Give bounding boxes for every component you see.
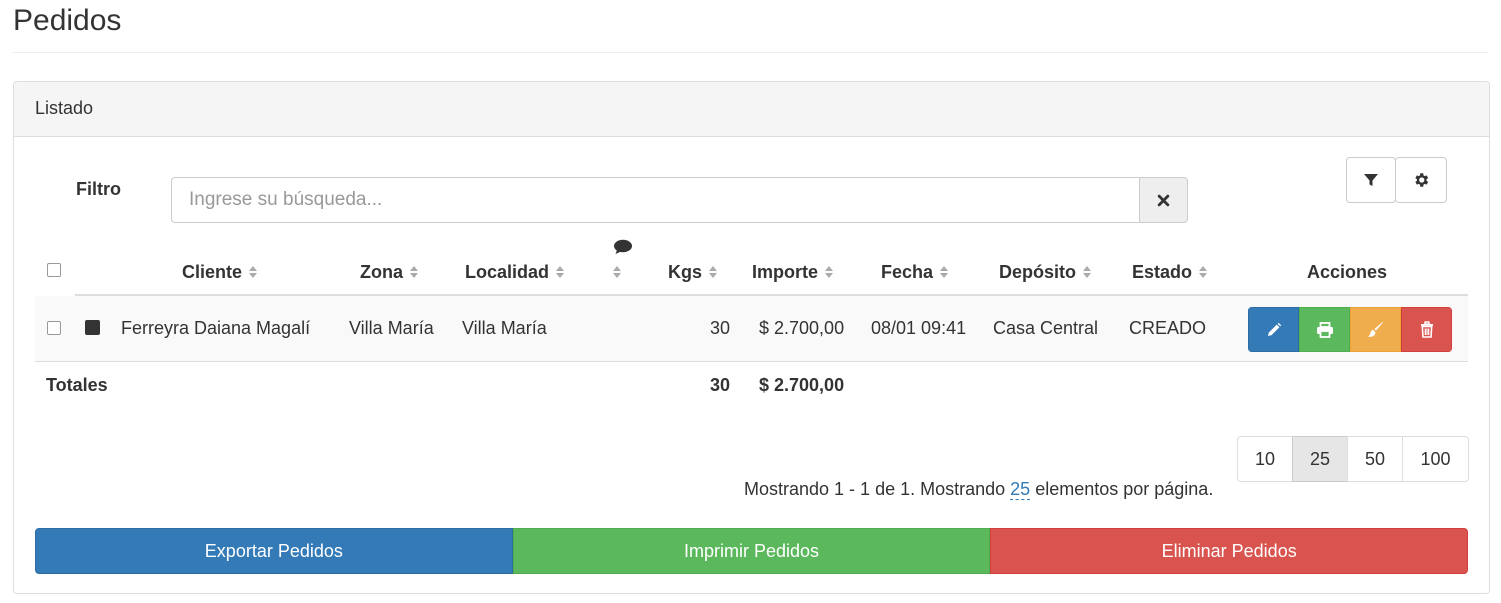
column-label: Localidad: [465, 262, 550, 282]
sort-icon: [709, 266, 718, 278]
edit-button[interactable]: [1248, 307, 1299, 352]
column-header-kgs[interactable]: Kgs: [668, 262, 718, 283]
column-label: Estado: [1132, 262, 1193, 282]
sort-icon: [825, 266, 834, 278]
title-divider: [13, 52, 1489, 53]
comment-icon: [614, 239, 632, 254]
paging-info-suffix: elementos por página.: [1035, 479, 1214, 499]
cell-fecha: 08/01 09:41: [871, 318, 967, 338]
row-divider: [35, 361, 1468, 362]
settings-button[interactable]: [1395, 157, 1447, 203]
cell-importe: $ 2.700,00: [759, 318, 845, 338]
column-label: Importe: [752, 262, 819, 282]
print-icon: [1316, 321, 1333, 338]
column-header-zona[interactable]: Zona: [360, 262, 419, 283]
select-all-checkbox[interactable]: [47, 263, 61, 277]
column-header-cliente[interactable]: Cliente: [182, 262, 258, 283]
column-header-localidad[interactable]: Localidad: [465, 262, 565, 283]
print-button[interactable]: [1299, 307, 1350, 352]
search-input[interactable]: [171, 177, 1139, 223]
page-title: Pedidos: [13, 4, 122, 37]
sort-icon: [249, 266, 258, 278]
panel-heading: Listado: [14, 82, 1489, 137]
edit-icon: [1267, 322, 1281, 336]
gear-icon: [1415, 173, 1429, 187]
totals-importe: $ 2.700,00: [759, 375, 845, 395]
paint-button[interactable]: [1350, 307, 1401, 352]
filter-button[interactable]: [1346, 157, 1396, 203]
paint-brush-icon: [1368, 322, 1383, 337]
delete-button[interactable]: [1401, 307, 1452, 352]
page-size-25[interactable]: 25: [1292, 436, 1348, 482]
column-label: Kgs: [668, 262, 703, 282]
delete-orders-button[interactable]: Eliminar Pedidos: [990, 528, 1469, 574]
row-checkbox[interactable]: [47, 321, 61, 335]
column-label: Cliente: [182, 262, 243, 282]
sort-icon: [940, 266, 949, 278]
cell-cliente: Ferreyra Daiana Magalí: [121, 318, 311, 338]
sort-icon: [1199, 266, 1208, 278]
column-header-importe[interactable]: Importe: [752, 262, 834, 283]
column-label: Zona: [360, 262, 403, 282]
row-actions: [1248, 307, 1452, 352]
totals-kgs: 30: [709, 375, 730, 395]
cell-zona: Villa María: [349, 318, 434, 338]
filter-label: Filtro: [76, 179, 121, 199]
clear-search-button[interactable]: [1139, 177, 1188, 223]
page-size-100[interactable]: 100: [1402, 436, 1469, 482]
column-header-comments[interactable]: [613, 237, 635, 281]
sort-icon: [556, 266, 565, 278]
page-size-selector: 10 25 50 100: [1237, 436, 1469, 482]
cell-localidad: Villa María: [462, 318, 547, 338]
export-orders-button[interactable]: Exportar Pedidos: [35, 528, 513, 574]
sort-icon: [613, 266, 621, 278]
sort-icon: [1083, 266, 1092, 278]
row-color-swatch: [85, 320, 100, 335]
column-label: Depósito: [999, 262, 1077, 282]
paging-info: Mostrando 1 - 1 de 1. Mostrando 25 eleme…: [744, 479, 1213, 500]
orders-panel: Listado Filtro Cliente Zona Localidad Kg…: [13, 81, 1490, 594]
trash-icon: [1420, 321, 1433, 338]
column-header-acciones: Acciones: [1307, 262, 1388, 282]
bulk-actions: Exportar Pedidos Imprimir Pedidos Elimin…: [35, 528, 1469, 574]
paging-info-prefix: Mostrando 1 - 1 de 1. Mostrando: [744, 479, 1006, 499]
close-icon: [1157, 194, 1170, 206]
cell-estado: CREADO: [1129, 318, 1207, 338]
page-size-10[interactable]: 10: [1237, 436, 1293, 482]
column-header-deposito[interactable]: Depósito: [999, 262, 1092, 283]
print-orders-button[interactable]: Imprimir Pedidos: [512, 528, 991, 574]
column-header-fecha[interactable]: Fecha: [881, 262, 949, 283]
cell-deposito: Casa Central: [993, 318, 1099, 338]
cell-kgs: 30: [709, 318, 730, 338]
sort-icon: [410, 266, 418, 278]
page-size-50[interactable]: 50: [1347, 436, 1403, 482]
column-label: Fecha: [881, 262, 934, 282]
filter-icon: [1364, 174, 1378, 186]
column-header-estado[interactable]: Estado: [1132, 262, 1208, 283]
totals-label: Totales: [46, 375, 108, 395]
paging-count-link[interactable]: 25: [1010, 479, 1031, 500]
